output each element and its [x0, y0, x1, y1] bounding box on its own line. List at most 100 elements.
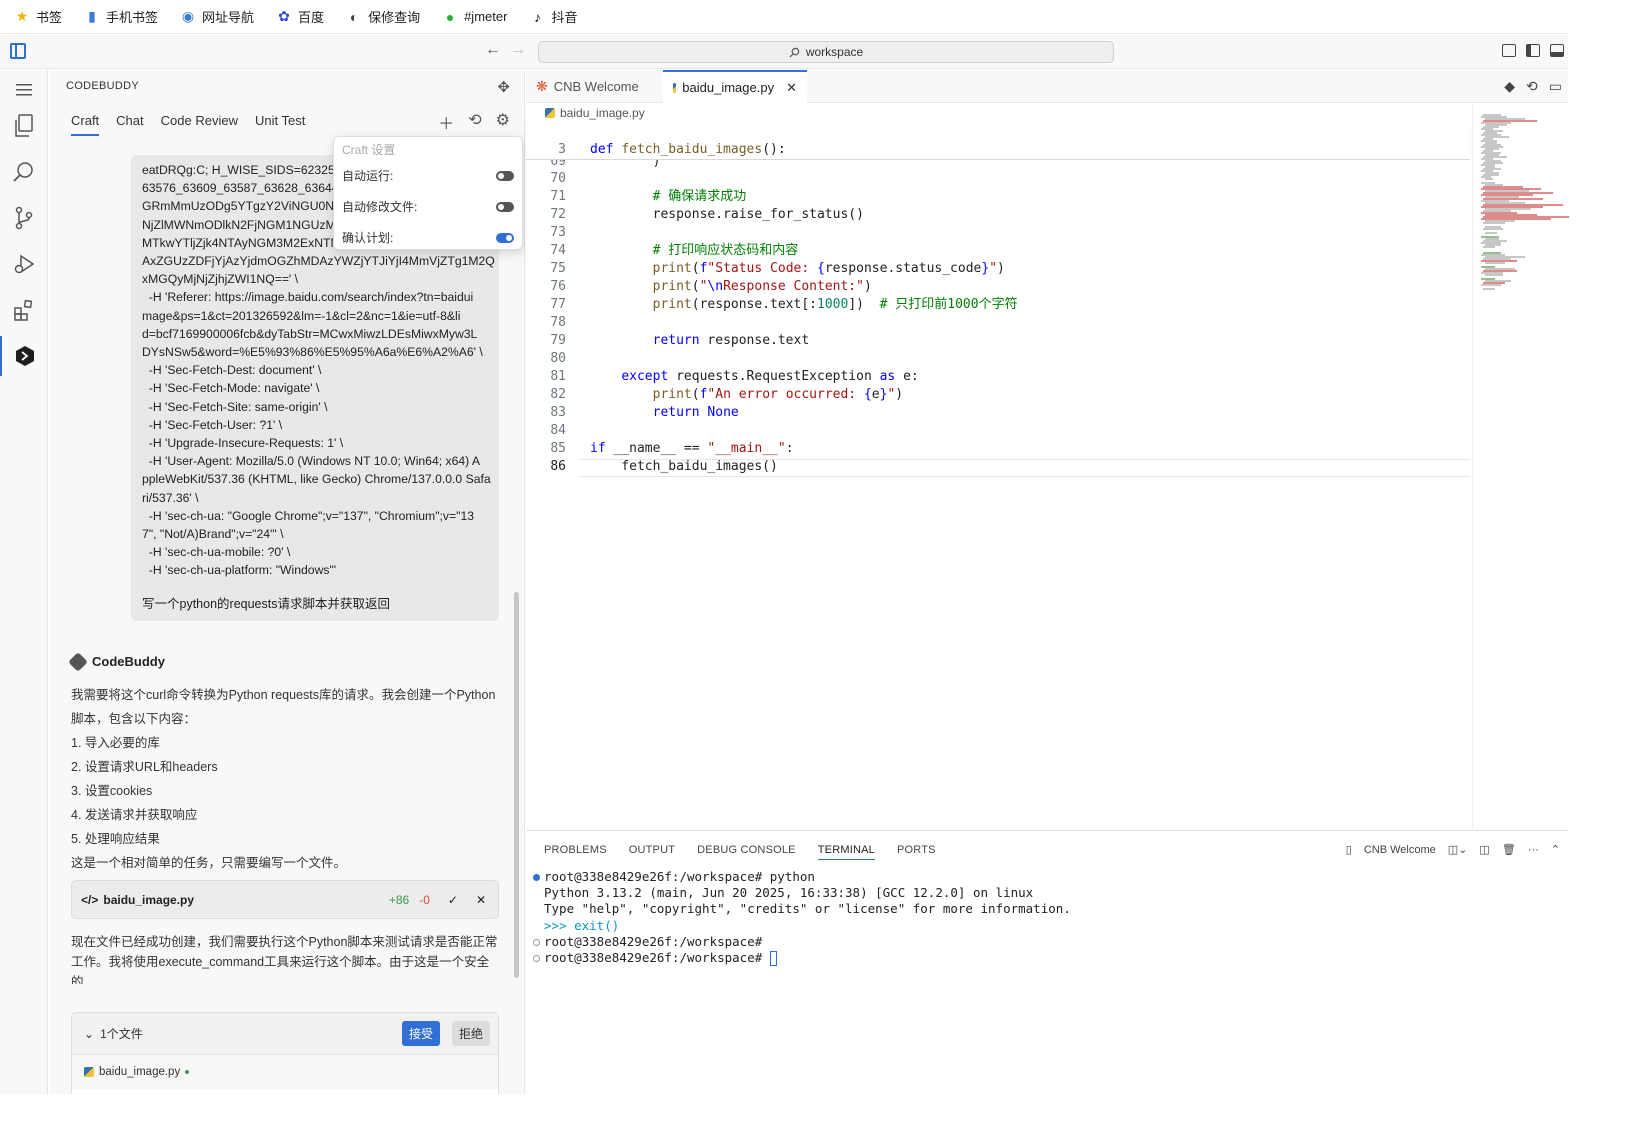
bookmark-label: 抖音	[551, 10, 578, 25]
terminal-text: Python 3.13.2 (main, Jun 20 2025, 16:33:…	[544, 885, 1034, 901]
explorer-icon[interactable]	[0, 106, 48, 146]
message-line: mage&ps=1&ct=201326592&lm=-1&cl=2&nc=1&i…	[142, 308, 461, 323]
minimap-line	[1483, 222, 1505, 224]
tab-code-review[interactable]: Code Review	[161, 113, 238, 136]
run-debug-icon[interactable]	[0, 244, 48, 284]
search-text: workspace	[805, 45, 864, 59]
terminal[interactable]: root@338e8429e26f:/workspace# python Pyth…	[530, 869, 1560, 966]
search-view-icon[interactable]	[0, 152, 48, 192]
setting-row: 自动运行:	[342, 160, 514, 191]
message-line: d=bcf7169900006fcb&dyTabStr=MCwxMiwzLDEs…	[142, 326, 478, 341]
chevron-down-icon[interactable]: ⌄	[84, 1027, 94, 1041]
reject-button[interactable]: 拒绝	[451, 1021, 490, 1046]
message-line: xMGQyMjNjZjhjZWI1NQ==' \	[142, 272, 299, 287]
terminal-name[interactable]: CNB Welcome	[1364, 844, 1436, 856]
extensions-icon[interactable]	[0, 290, 48, 330]
command-decoration-icon[interactable]	[533, 938, 540, 946]
back-arrow-icon[interactable]: ←	[485, 41, 501, 59]
changed-file-row[interactable]: baidu_image.py	[72, 1055, 498, 1089]
timeline-icon[interactable]: ⟲	[1526, 78, 1538, 95]
minimap[interactable]	[1472, 104, 1569, 829]
popup-title: Craft 设置	[342, 143, 396, 157]
sticky-scroll[interactable]: 3def fetch_baidu_images(): 62 try:	[526, 122, 1470, 175]
toggle-primary-sidebar-icon[interactable]	[1526, 44, 1540, 57]
maximize-panel-icon[interactable]: ⌃	[1551, 843, 1560, 856]
panel-tab-output[interactable]: OUTPUT	[629, 844, 675, 860]
terminal-line: root@338e8429e26f:/workspace# python	[530, 869, 1560, 885]
setting-toggle[interactable]	[496, 170, 514, 181]
menu-icon[interactable]	[0, 70, 48, 110]
file-card[interactable]: </> baidu_image.py +86 -0 ✓ ✕	[71, 880, 499, 919]
new-chat-icon[interactable]: ＋	[438, 110, 454, 134]
python-file-icon	[673, 82, 677, 93]
command-center-search[interactable]: workspace	[538, 41, 1114, 63]
bookmark-label: 网址导航	[202, 10, 255, 25]
bookmark-item[interactable]: ♪ 抖音	[529, 7, 578, 26]
source-control-icon[interactable]	[0, 198, 48, 238]
terminal-line: root@338e8429e26f:/workspace#	[530, 934, 1560, 950]
user-prompt-text: 写一个python的requests请求脚本并获取返回	[142, 596, 390, 611]
response-line: 脚本，包含以下内容：	[71, 712, 197, 726]
setting-toggle[interactable]	[496, 201, 514, 212]
breadcrumb[interactable]: baidu_image.py	[545, 106, 645, 120]
move-icon[interactable]: ✥	[497, 78, 510, 96]
minimap-line	[1485, 232, 1497, 234]
split-editor-icon[interactable]: ▭	[1549, 78, 1562, 95]
assistant-header: CodeBuddy	[68, 651, 165, 672]
baidu-paw-icon: ✿	[278, 8, 290, 24]
code-editor[interactable]: 69 ) 70 71 # 确保请求成功 72 response.raise_fo…	[526, 160, 1470, 820]
tab-chat[interactable]: Chat	[116, 113, 143, 136]
bookmark-item[interactable]: ★ 书签	[14, 7, 62, 26]
message-line: ppleWebKit/537.36 (KHTML, like Gecko) Ch…	[142, 472, 491, 487]
check-icon[interactable]: ✓	[448, 893, 458, 907]
panel-tab-terminal[interactable]: TERMINAL	[817, 844, 875, 860]
panel-tab-debug-console[interactable]: DEBUG CONSOLE	[697, 844, 796, 860]
settings-gear-icon[interactable]: ⚙	[496, 110, 510, 134]
bookmark-item[interactable]: ✿ 百度	[276, 7, 324, 26]
sidebar-toggle-icon[interactable]	[10, 43, 26, 59]
command-decoration-icon[interactable]	[533, 954, 540, 962]
forward-arrow-icon[interactable]: →	[510, 41, 526, 59]
setting-toggle[interactable]	[496, 232, 514, 243]
panel-scrollbar[interactable]	[514, 592, 519, 978]
minimap-line	[1483, 246, 1495, 248]
bookmark-item[interactable]: ▮ 手机书签	[84, 7, 158, 26]
layout-controls-icon[interactable]	[1502, 44, 1516, 57]
changed-file-name: baidu_image.py	[99, 1066, 181, 1078]
bookmark-item[interactable]: ◉ 网址导航	[180, 7, 254, 26]
close-tab-icon[interactable]: ✕	[786, 80, 797, 96]
phone-icon: ▮	[88, 8, 96, 24]
message-line: ri/537.36' \	[142, 490, 199, 505]
codebuddy-icon[interactable]	[0, 336, 48, 376]
trash-icon[interactable]: 🗑	[1502, 843, 1516, 856]
python-file-icon	[84, 1067, 94, 1077]
terminal-text: >>> exit()	[544, 917, 620, 933]
assistant-response-2: 现在文件已经成功创建，我们需要执行这个Python脚本来测试请求是否能正常 工作。…	[71, 932, 501, 984]
bookmark-item[interactable]: ◐ 保修查询	[346, 7, 420, 26]
panel-tab-problems[interactable]: PROBLEMS	[544, 844, 607, 860]
terminal-line: >>> exit()	[530, 918, 1560, 934]
tab-cnb-welcome[interactable]: ❋ CNB Welcome	[526, 70, 662, 103]
bookmarks-bar: ★ 书签 ▮ 手机书签 ◉ 网址导航 ✿ 百度 ◐ 保修查询 ● #jmeter ♪ 抖音	[0, 0, 1568, 34]
codebuddy-action-icon[interactable]: ◆	[1504, 78, 1515, 95]
tab-craft[interactable]: Craft	[71, 113, 100, 136]
new-terminal-dropdown-icon[interactable]: ◫⌄	[1448, 843, 1468, 856]
accept-button[interactable]: 接受	[401, 1021, 440, 1046]
message-line: -H 'sec-ch-ua-platform: "Windows"'	[142, 563, 337, 578]
terminal-split-icon[interactable]: ▯	[1346, 843, 1352, 856]
split-terminal-icon[interactable]: ◫	[1479, 843, 1489, 856]
bookmark-item[interactable]: ● #jmeter	[442, 9, 508, 25]
panel-tab-ports[interactable]: PORTS	[897, 844, 936, 860]
setting-row: 确认计划:	[342, 222, 514, 253]
response-line: 2. 设置请求URL和headers	[71, 760, 218, 774]
tab-unit-test[interactable]: Unit Test	[255, 113, 305, 136]
history-icon[interactable]: ⟲	[468, 110, 481, 134]
message-line: 7", "Not/A)Brand";v="24"' \	[142, 527, 284, 542]
tab-baidu-image[interactable]: baidu_image.py ✕	[663, 70, 807, 103]
message-line: DYsNSw5&word=%E5%93%86%E5%95%A6a%E6%A2%A…	[142, 345, 483, 360]
close-icon[interactable]: ✕	[476, 893, 486, 907]
command-decoration-icon[interactable]	[533, 874, 540, 881]
craft-settings-popup: Craft 设置 自动运行: 自动修改文件: 确认计划:	[333, 136, 523, 250]
more-actions-icon[interactable]: ···	[1528, 844, 1539, 856]
toggle-panel-icon[interactable]	[1550, 44, 1564, 57]
